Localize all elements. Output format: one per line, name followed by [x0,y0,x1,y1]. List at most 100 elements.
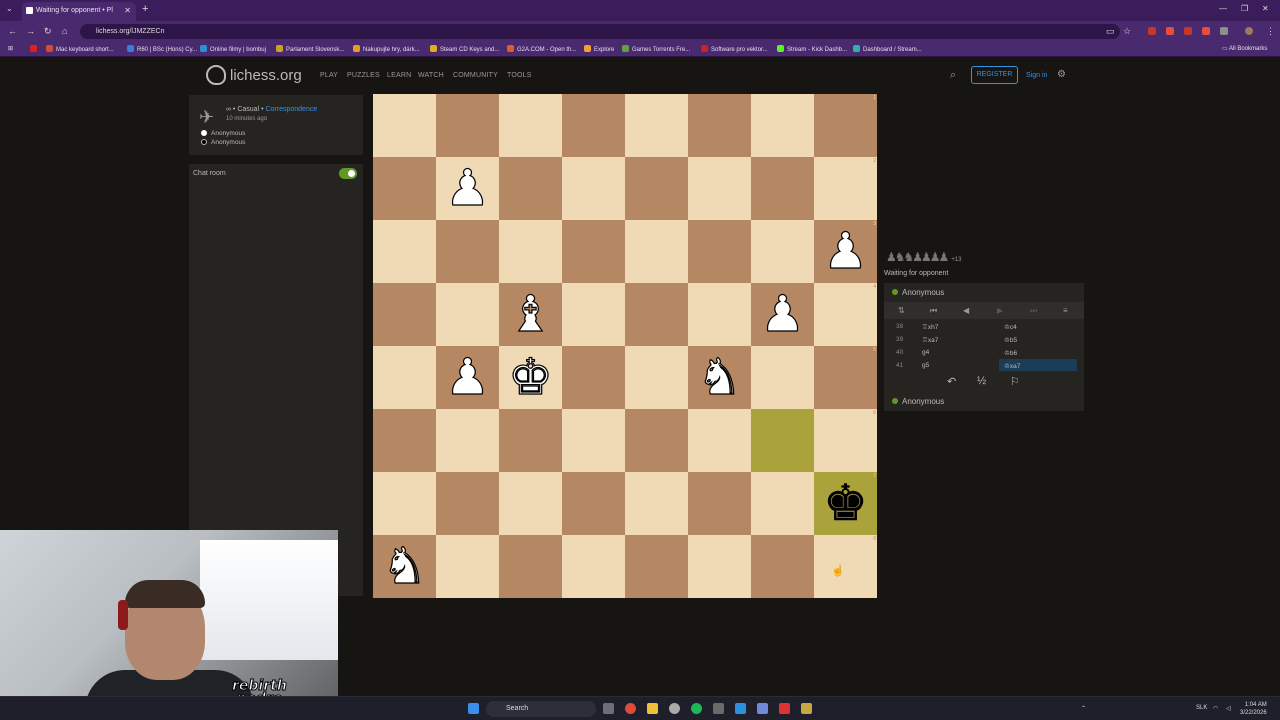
white-pawn-icon[interactable]: ♟ [436,346,499,409]
register-button[interactable]: REGISTER [971,66,1018,84]
reload-icon[interactable]: ↻ [44,26,52,37]
board-square[interactable] [625,220,688,283]
window-close-icon[interactable]: ✕ [1262,4,1269,13]
extension-icon[interactable] [1184,27,1192,35]
tab-search-icon[interactable]: ⌄ [6,4,13,13]
board-square[interactable] [625,157,688,220]
white-pawn-icon[interactable]: ♟ [751,283,814,346]
board-square[interactable] [625,283,688,346]
board-square[interactable] [751,220,814,283]
meta-player-black[interactable]: Anonymous [201,139,245,146]
board-square[interactable] [751,472,814,535]
board-square[interactable] [688,409,751,472]
board-square[interactable] [688,157,751,220]
top-player[interactable]: Anonymous [892,288,944,297]
board-square[interactable] [436,535,499,598]
nav-community[interactable]: COMMUNITY [453,72,498,79]
back-icon[interactable]: ← [8,26,17,36]
nav-play[interactable]: PLAY [320,72,338,79]
board-square[interactable] [373,472,436,535]
spotify-icon[interactable] [691,703,702,714]
bookmark-item[interactable]: Stream - Kick Dashb... [777,45,847,53]
bookmark-item[interactable]: Online filmy | bombuj [200,45,266,53]
board-square[interactable] [499,220,562,283]
board-square[interactable] [814,535,877,598]
board-square[interactable] [436,283,499,346]
new-tab-icon[interactable]: + [142,3,148,15]
board-square[interactable] [499,94,562,157]
white-move[interactable]: g4 [922,349,929,356]
board-square[interactable] [814,94,877,157]
taskbar-search[interactable]: Search [486,701,596,717]
board-square[interactable] [625,472,688,535]
board-square[interactable] [562,346,625,409]
site-logo[interactable]: lichess.org [206,65,302,85]
white-pawn-icon[interactable]: ♟ [814,220,877,283]
board-square[interactable] [688,220,751,283]
youtube-icon[interactable] [30,45,40,53]
star-icon[interactable]: ☆ [1123,26,1131,37]
url-field[interactable]: lichess.org/lJMZZECn [80,24,1120,39]
board-square[interactable] [373,220,436,283]
board-square[interactable] [814,283,877,346]
white-knight-icon[interactable]: ♞ [688,346,751,409]
home-icon[interactable]: ⌂ [62,26,67,36]
bookmark-item[interactable]: Games Torrents Fre... [622,45,690,53]
extension-icon[interactable] [1202,27,1210,35]
board-square[interactable] [751,346,814,409]
board-square[interactable] [625,409,688,472]
white-move[interactable]: ♖xa7 [922,336,938,344]
chess-board[interactable]: ♟ ♟ ♝ ♟ ♟ ♚ ♞ ♚ ♞ 1 2 3 4 5 6 7 8 h g f e d c b a [373,94,877,598]
install-app-icon[interactable]: ▭ [1106,26,1115,37]
board-square[interactable] [562,220,625,283]
board-square[interactable] [688,472,751,535]
board-square[interactable] [751,94,814,157]
discord-icon[interactable] [757,703,768,714]
language-indicator[interactable]: SLK [1196,705,1207,711]
windows-start-icon[interactable] [468,703,479,714]
white-king-icon[interactable]: ♚ [499,346,562,409]
prev-move-icon[interactable]: ◀ [963,306,969,315]
bookmark-item[interactable]: G2A.COM - Open th... [507,45,576,53]
nav-puzzles[interactable]: PUZZLES [347,72,380,79]
flip-board-icon[interactable]: ⇅ [898,306,905,315]
wifi-icon[interactable]: ◠ [1213,705,1218,712]
board-square[interactable] [688,283,751,346]
current-move[interactable]: ♔xa7 [999,359,1077,371]
board-square[interactable] [373,157,436,220]
board-square[interactable] [814,409,877,472]
white-bishop-icon[interactable]: ♝ [499,283,562,346]
board-square[interactable] [562,283,625,346]
minimize-icon[interactable]: — [1219,4,1227,13]
board-square[interactable] [625,535,688,598]
board-square[interactable] [436,472,499,535]
white-pawn-icon[interactable]: ♟ [436,157,499,220]
league-icon[interactable] [801,703,812,714]
board-square[interactable] [562,157,625,220]
board-square[interactable] [499,472,562,535]
apps-icon[interactable]: ⊞ [8,45,13,52]
board-square[interactable] [751,157,814,220]
all-bookmarks[interactable]: ▭ All Bookmarks [1222,45,1267,52]
first-move-icon[interactable]: ⏮ [930,306,937,316]
board-square[interactable] [562,472,625,535]
board-square[interactable] [436,409,499,472]
nav-learn[interactable]: LEARN [387,72,411,79]
bottom-player[interactable]: Anonymous [892,397,944,406]
obs-icon[interactable] [713,703,724,714]
resign-flag-icon[interactable]: ⚐ [1010,375,1020,388]
signin-link[interactable]: Sign in [1026,72,1047,79]
nav-watch[interactable]: WATCH [418,72,444,79]
bookmark-item[interactable]: R60 | BSc (Hons) Cy... [127,45,197,53]
browser-menu-icon[interactable]: ⋮ [1266,26,1275,37]
browser-tab[interactable]: Waiting for opponent • Pl ✕ [22,2,136,21]
white-knight-icon[interactable]: ♞ [373,535,436,598]
tray-chevron-icon[interactable]: ⌃ [1081,705,1086,712]
chrome-icon[interactable] [625,703,636,714]
white-move[interactable]: g5 [922,362,929,369]
bookmark-item[interactable]: Parlament Slovensk... [276,45,344,53]
correspondence-link[interactable]: Correspondence [265,106,317,113]
taskbar-clock[interactable]: 1:04 AM 3/22/2026 [1240,701,1267,717]
next-move-icon[interactable]: ▶ [997,306,1003,315]
maximize-icon[interactable]: ❐ [1241,4,1248,13]
